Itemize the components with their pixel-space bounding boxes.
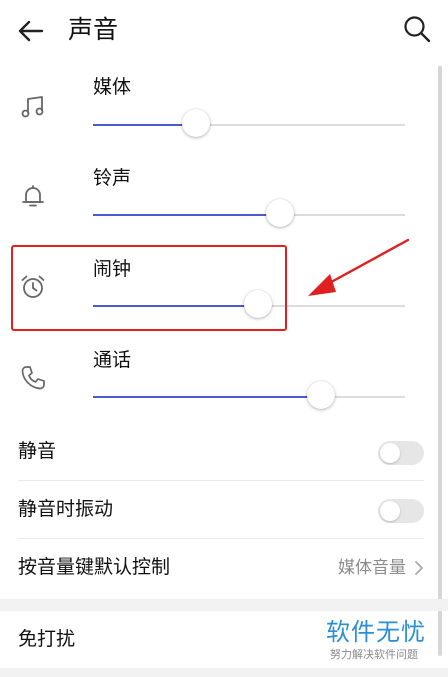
search-icon	[404, 16, 431, 43]
setting-label-mute: 静音	[18, 440, 57, 462]
volume-row-ringtone: 铃声	[0, 157, 448, 247]
volume-row-call: 通话	[0, 339, 448, 429]
setting-row-mute[interactable]: 静音	[0, 423, 438, 481]
toggle-knob	[380, 443, 400, 463]
section-divider	[0, 599, 448, 611]
vibrate-on-mute-toggle[interactable]	[378, 499, 424, 523]
watermark-logo-text: 软件无忧	[326, 618, 426, 646]
volume-label-call: 通话	[93, 349, 132, 371]
setting-row-vibrate-on-mute[interactable]: 静音时振动	[0, 481, 438, 539]
slider-fill	[93, 124, 196, 126]
music-note-icon	[21, 96, 44, 118]
mute-toggle[interactable]	[378, 441, 424, 465]
slider-thumb[interactable]	[266, 199, 295, 227]
volume-label-media: 媒体	[93, 76, 132, 98]
arrow-left-icon	[18, 20, 44, 42]
bell-icon	[22, 185, 44, 207]
slider-fill	[93, 396, 321, 398]
slider-thumb[interactable]	[181, 109, 210, 137]
volume-key-default-value: 媒体音量	[338, 558, 406, 578]
media-volume-slider[interactable]	[93, 109, 405, 137]
watermark-subtitle: 努力解决软件问题	[330, 648, 418, 661]
call-volume-slider[interactable]	[93, 381, 405, 409]
annotation-arrow-icon	[308, 238, 410, 296]
back-button[interactable]	[14, 14, 48, 48]
section-divider	[0, 668, 448, 677]
volume-row-media: 媒体	[0, 66, 448, 156]
page-title: 声音	[68, 15, 119, 44]
app-header: 声音	[0, 0, 448, 60]
toggle-knob	[380, 501, 400, 521]
search-button[interactable]	[402, 14, 432, 44]
chevron-right-icon	[415, 561, 423, 575]
slider-fill	[93, 214, 281, 216]
setting-label-volume-key-default: 按音量键默认控制	[18, 556, 171, 578]
setting-label-do-not-disturb: 免打扰	[18, 628, 76, 650]
slider-thumb[interactable]	[306, 381, 335, 409]
phone-icon	[21, 366, 45, 390]
setting-label-vibrate-on-mute: 静音时振动	[18, 498, 114, 520]
setting-row-volume-key-default[interactable]: 按音量键默认控制 媒体音量	[0, 539, 438, 597]
annotation-highlight-box	[11, 245, 287, 331]
volume-label-ringtone: 铃声	[93, 167, 132, 189]
ringtone-volume-slider[interactable]	[93, 199, 405, 227]
